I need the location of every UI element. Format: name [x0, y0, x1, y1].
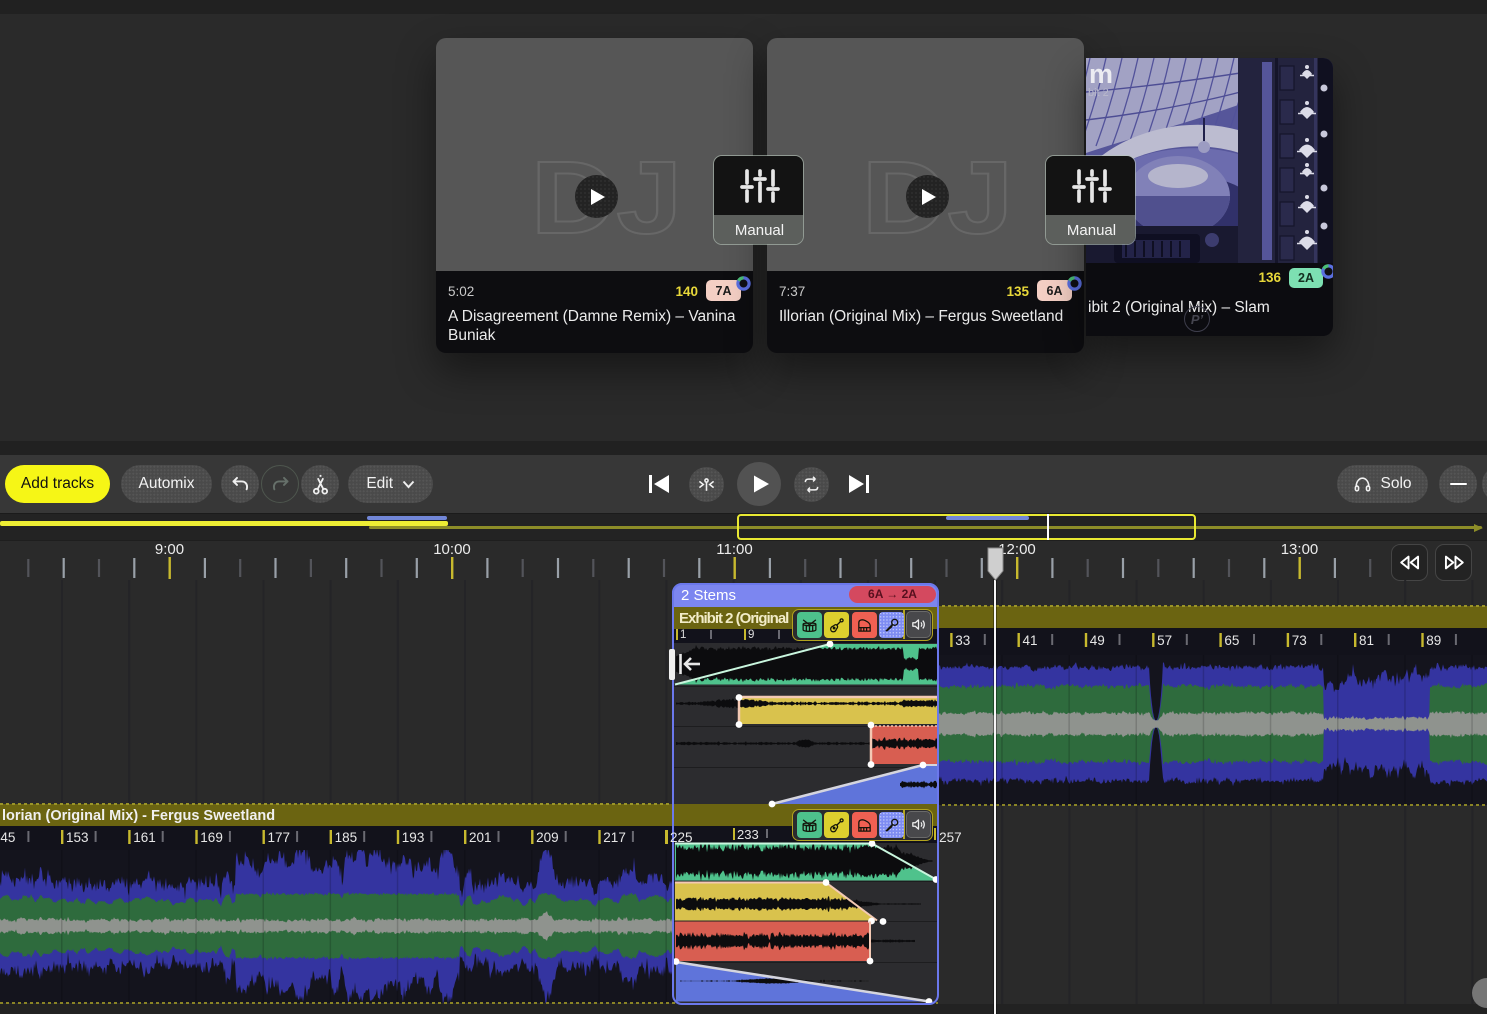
svg-text:65: 65 [1224, 633, 1239, 648]
svg-text:89: 89 [1426, 633, 1441, 648]
svg-text:73: 73 [1292, 633, 1307, 648]
svg-text:49: 49 [1090, 633, 1105, 648]
svg-text:81: 81 [1359, 633, 1374, 648]
svg-text:13:00: 13:00 [1281, 541, 1319, 558]
svg-text:145: 145 [0, 830, 15, 845]
svg-text:177: 177 [268, 830, 291, 845]
svg-text:33: 33 [955, 633, 970, 648]
svg-text:161: 161 [133, 830, 156, 845]
svg-text:9:00: 9:00 [155, 541, 184, 558]
svg-text:217: 217 [603, 830, 626, 845]
svg-text:257: 257 [939, 830, 962, 845]
svg-text:41: 41 [1023, 633, 1038, 648]
svg-text:193: 193 [402, 830, 425, 845]
svg-text:57: 57 [1157, 633, 1172, 648]
svg-text:185: 185 [335, 830, 358, 845]
svg-text:153: 153 [66, 830, 89, 845]
svg-text:169: 169 [200, 830, 223, 845]
svg-text:10:00: 10:00 [433, 541, 471, 558]
svg-text:209: 209 [536, 830, 559, 845]
svg-text:11:00: 11:00 [716, 541, 752, 558]
svg-text:201: 201 [469, 830, 492, 845]
